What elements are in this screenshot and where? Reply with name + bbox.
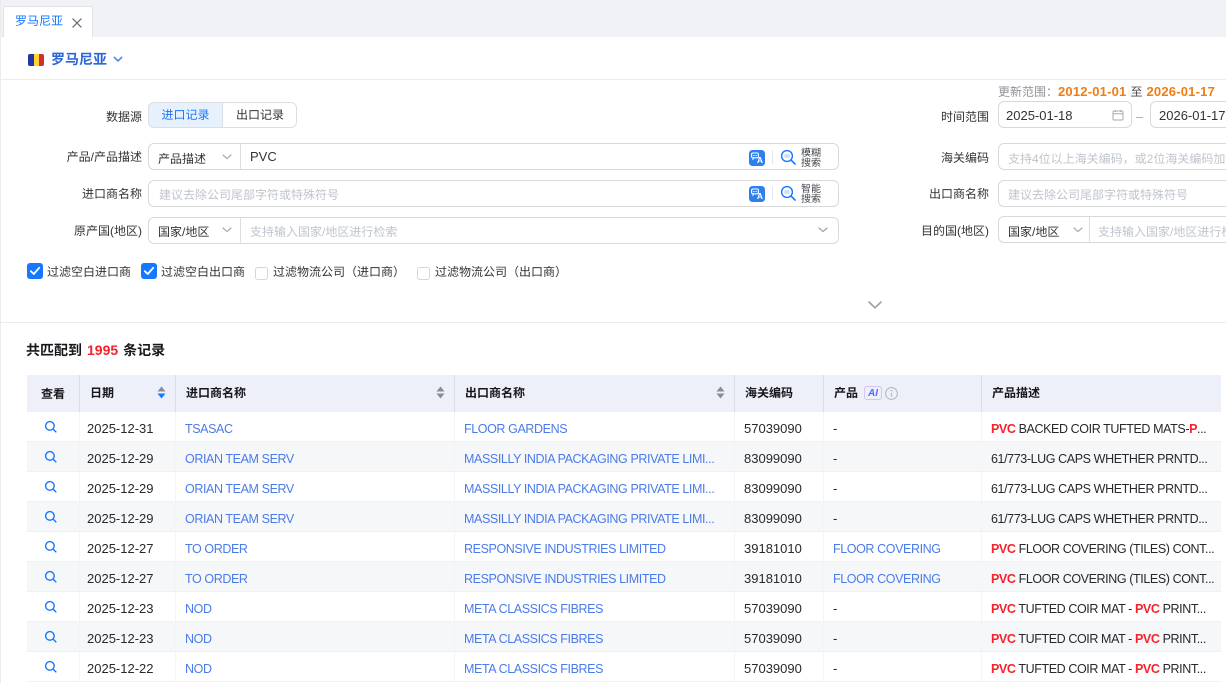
svg-text:A: A	[757, 191, 763, 201]
svg-text:A: A	[757, 155, 763, 165]
